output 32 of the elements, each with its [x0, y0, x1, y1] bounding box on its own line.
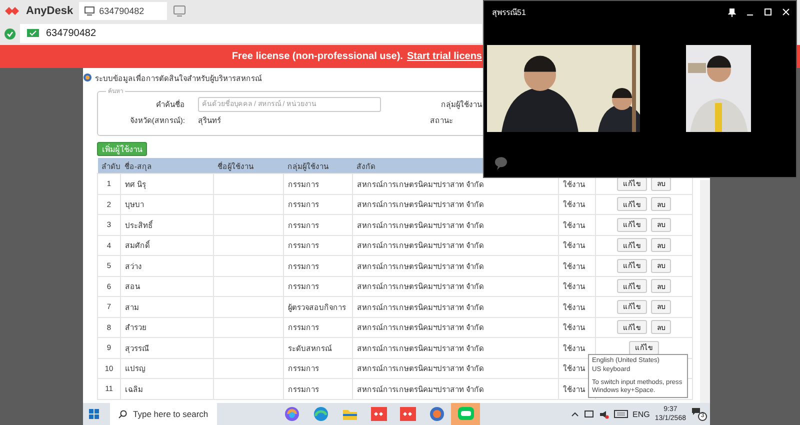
- remote-desktop-icon: [370, 405, 388, 423]
- chat-app-icon: [456, 405, 474, 423]
- swirl-app-icon: [282, 405, 300, 423]
- window-title: สุพรรณี51: [492, 6, 527, 18]
- globe-icon: [428, 405, 446, 423]
- new-tab-icon[interactable]: [173, 5, 188, 17]
- search-field[interactable]: Type here to search: [110, 403, 217, 425]
- address-field[interactable]: 634790482: [20, 24, 482, 43]
- monitor-icon: [26, 28, 40, 39]
- connected-icon: [4, 28, 16, 40]
- remote-desktop-icon: [398, 405, 416, 423]
- search-icon: [118, 410, 127, 418]
- language-indicator[interactable]: ENG: [632, 410, 650, 418]
- app-name: AnyDesk: [26, 5, 74, 17]
- chat-bubble-icon: [493, 155, 509, 171]
- monitor-icon[interactable]: [584, 410, 594, 418]
- close-icon[interactable]: [782, 8, 790, 16]
- logo-icon: [4, 4, 20, 18]
- chevron-up-icon[interactable]: [570, 410, 578, 418]
- keyboard-icon[interactable]: [614, 410, 628, 418]
- pin-icon[interactable]: [728, 8, 736, 16]
- maximize-icon[interactable]: [764, 8, 772, 16]
- session-tab[interactable]: 634790482: [79, 2, 168, 20]
- trial-link[interactable]: Start trial licens: [406, 51, 482, 62]
- emblem-icon: [83, 73, 92, 82]
- license-notice: Free license (non-professional use).: [232, 51, 403, 62]
- taskbar-app[interactable]: [451, 403, 480, 425]
- scrollbar[interactable]: [700, 180, 710, 403]
- browser-icon: [312, 405, 330, 423]
- monitor-icon: [84, 6, 96, 16]
- muted-speaker-icon[interactable]: [598, 410, 608, 418]
- notification-icon: [691, 407, 701, 416]
